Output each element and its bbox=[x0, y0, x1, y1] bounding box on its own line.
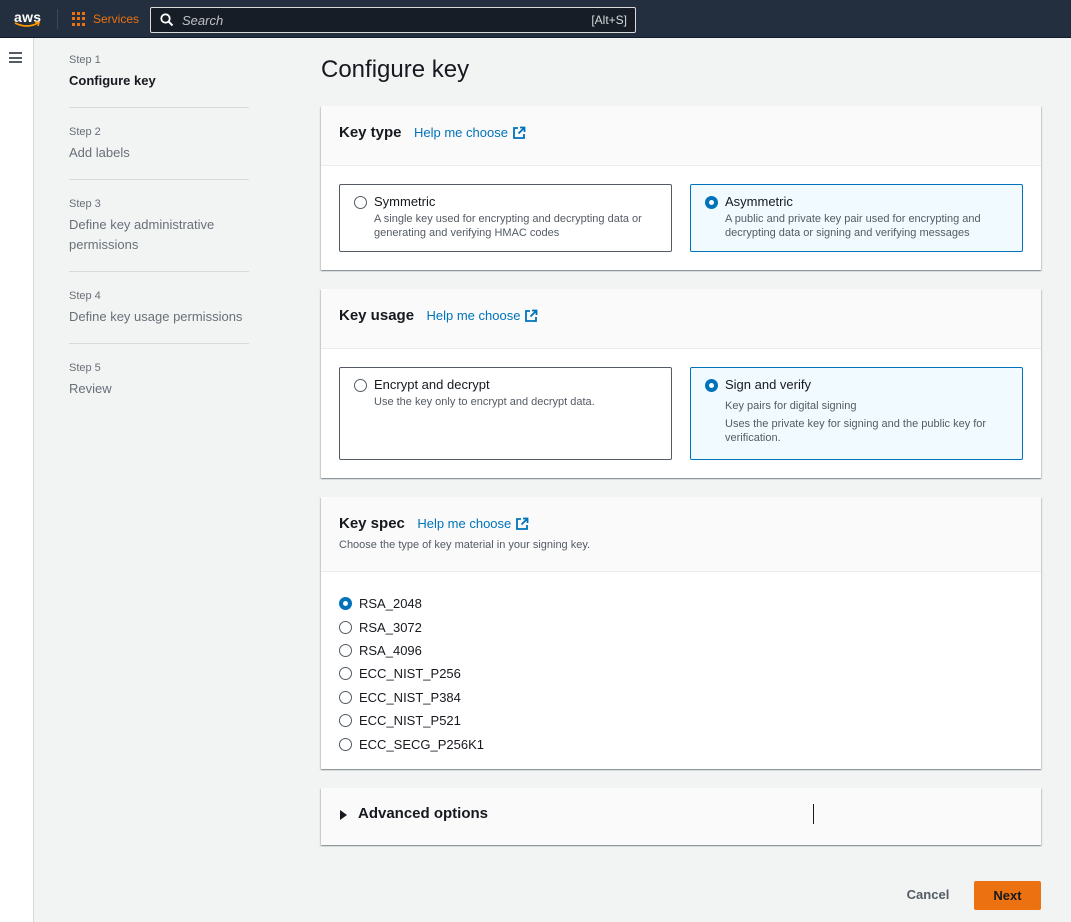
search-icon bbox=[160, 13, 174, 27]
tile-description: A single key used for encrypting and dec… bbox=[374, 213, 642, 239]
search-input[interactable]: Search [Alt+S] bbox=[150, 7, 636, 33]
key-type-panel: Key type Help me choose Symmetric A sing… bbox=[321, 106, 1041, 270]
search-placeholder: Search bbox=[182, 13, 224, 28]
services-grid-icon bbox=[72, 11, 87, 27]
advanced-options-label: Advanced options bbox=[358, 805, 489, 822]
key-usage-panel: Key usage Help me choose Encrypt and dec… bbox=[321, 289, 1041, 478]
key-usage-title: Key usage bbox=[339, 307, 415, 324]
next-button[interactable]: Next bbox=[974, 881, 1041, 910]
key-spec-label: ECC_NIST_P521 bbox=[359, 713, 461, 729]
step-number: Step 5 bbox=[69, 362, 101, 374]
page-title: Configure key bbox=[321, 56, 470, 83]
step-title: Review bbox=[69, 381, 112, 396]
nav-divider bbox=[57, 9, 58, 29]
key-spec-option[interactable]: ECC_NIST_P521 bbox=[339, 709, 484, 732]
help-link-label: Help me choose bbox=[426, 308, 521, 323]
step-title: Configure key bbox=[69, 73, 156, 88]
cancel-button[interactable]: Cancel bbox=[896, 881, 960, 909]
step-3: Step 3 Define key administrative permiss… bbox=[69, 198, 249, 272]
aws-smile-icon bbox=[14, 21, 40, 27]
key-spec-label: RSA_3072 bbox=[359, 619, 422, 635]
key-usage-sign-tile[interactable]: Sign and verify Key pairs for digital si… bbox=[690, 367, 1023, 460]
tile-description: A public and private key pair used for e… bbox=[725, 213, 981, 239]
key-spec-panel: Key spec Help me choose Choose the type … bbox=[321, 497, 1041, 769]
search-shortcut: [Alt+S] bbox=[591, 13, 627, 27]
external-link-icon bbox=[516, 517, 529, 530]
help-link-label: Help me choose bbox=[417, 516, 512, 531]
step-4: Step 4 Define key usage permissions bbox=[69, 290, 249, 344]
asymmetric-radio[interactable] bbox=[705, 196, 718, 209]
step-number: Step 4 bbox=[69, 290, 101, 302]
key-usage-encrypt-tile[interactable]: Encrypt and decrypt Use the key only to … bbox=[339, 367, 672, 460]
advanced-options-expander[interactable]: Advanced options bbox=[321, 788, 1041, 845]
step-1: Step 1 Configure key bbox=[69, 54, 249, 108]
step-title: Define key usage permissions bbox=[69, 309, 243, 324]
key-type-title: Key type bbox=[339, 124, 402, 141]
key-spec-radio[interactable] bbox=[339, 690, 352, 704]
key-spec-option[interactable]: RSA_3072 bbox=[339, 615, 484, 638]
key-spec-radio[interactable] bbox=[339, 737, 352, 751]
key-spec-radio[interactable] bbox=[339, 643, 352, 657]
step-title: Add labels bbox=[69, 145, 130, 160]
encrypt-decrypt-radio[interactable] bbox=[354, 379, 367, 392]
tile-label: Symmetric bbox=[374, 194, 436, 209]
key-spec-option[interactable]: RSA_2048 bbox=[339, 592, 484, 615]
key-spec-description: Choose the type of key material in your … bbox=[339, 539, 591, 551]
step-number: Step 1 bbox=[69, 54, 101, 66]
key-spec-radio[interactable] bbox=[339, 667, 352, 681]
side-drawer bbox=[0, 38, 34, 922]
aws-logo[interactable]: aws bbox=[12, 6, 44, 30]
wizard-steps: Step 1 Configure key Step 2 Add labels S… bbox=[69, 54, 249, 433]
key-spec-title: Key spec bbox=[339, 515, 405, 532]
step-2: Step 2 Add labels bbox=[69, 126, 249, 180]
services-menu-button[interactable]: Services bbox=[72, 10, 139, 28]
key-type-header: Key type Help me choose bbox=[321, 106, 1041, 166]
key-spec-label: ECC_SECG_P256K1 bbox=[359, 736, 485, 752]
sign-verify-radio[interactable] bbox=[705, 379, 718, 392]
services-label: Services bbox=[93, 12, 140, 26]
key-spec-label: ECC_NIST_P256 bbox=[359, 666, 461, 682]
key-spec-option[interactable]: ECC_NIST_P256 bbox=[339, 662, 484, 685]
step-title: Define key administrative permissions bbox=[69, 217, 215, 252]
external-link-icon bbox=[513, 126, 526, 139]
external-link-icon bbox=[525, 309, 538, 322]
key-spec-label: RSA_4096 bbox=[359, 642, 422, 658]
top-navigation: aws Services Search [Alt+S] bbox=[0, 0, 1071, 38]
key-usage-header: Key usage Help me choose bbox=[321, 289, 1041, 349]
tile-label: Asymmetric bbox=[725, 194, 793, 209]
menu-hamburger-icon[interactable] bbox=[9, 52, 22, 63]
step-number: Step 2 bbox=[69, 126, 101, 138]
key-spec-option[interactable]: ECC_NIST_P384 bbox=[339, 686, 484, 709]
key-spec-radio[interactable] bbox=[339, 597, 352, 611]
key-spec-option[interactable]: RSA_4096 bbox=[339, 639, 484, 662]
tile-label: Encrypt and decrypt bbox=[374, 377, 490, 392]
key-spec-option[interactable]: ECC_SECG_P256K1 bbox=[339, 732, 484, 755]
key-spec-radio-group: RSA_2048 RSA_3072 RSA_4096 ECC_NIST_P256… bbox=[339, 592, 484, 756]
key-spec-radio[interactable] bbox=[339, 714, 352, 728]
step-number: Step 3 bbox=[69, 198, 101, 210]
symmetric-radio[interactable] bbox=[354, 196, 367, 209]
tile-label: Sign and verify bbox=[725, 377, 811, 392]
key-spec-label: ECC_NIST_P384 bbox=[359, 689, 461, 705]
key-spec-radio[interactable] bbox=[339, 620, 352, 634]
help-link-label: Help me choose bbox=[413, 125, 508, 140]
caret-right-icon bbox=[340, 810, 347, 820]
step-5: Step 5 Review bbox=[69, 362, 249, 415]
tile-description: Use the key only to encrypt and decrypt … bbox=[374, 396, 595, 408]
key-type-help-link[interactable]: Help me choose bbox=[414, 125, 526, 140]
key-spec-header: Key spec Help me choose Choose the type … bbox=[321, 497, 1041, 572]
key-usage-help-link[interactable]: Help me choose bbox=[427, 308, 539, 323]
text-cursor bbox=[813, 804, 814, 824]
key-spec-help-link[interactable]: Help me choose bbox=[417, 516, 529, 531]
key-spec-label: RSA_2048 bbox=[359, 596, 422, 612]
key-type-asymmetric-tile[interactable]: Asymmetric A public and private key pair… bbox=[690, 184, 1023, 252]
key-type-symmetric-tile[interactable]: Symmetric A single key used for encrypti… bbox=[339, 184, 672, 252]
tile-description: Key pairs for digital signing bbox=[725, 400, 857, 412]
tile-description-secondary: Uses the private key for signing and the… bbox=[725, 418, 987, 444]
